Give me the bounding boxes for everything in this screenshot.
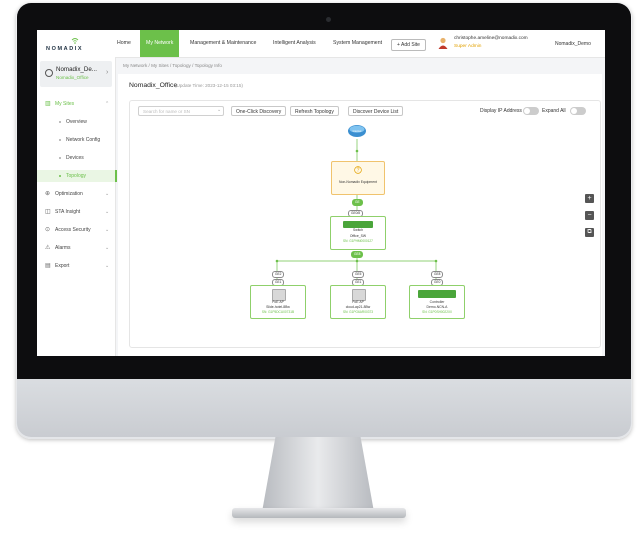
zoom-in-button[interactable]: + — [585, 194, 594, 203]
sidebar-item-network-config[interactable]: Network Config — [37, 134, 115, 146]
sidebar-item-label: Overview — [66, 119, 87, 125]
switch-uplink-badge: GE8 — [351, 251, 364, 258]
controller-name: Demo-NCN-A — [426, 305, 448, 309]
nav-management-maintenance[interactable]: Management & Maintenance — [190, 30, 256, 57]
chevron-down-icon: ⌄ — [105, 191, 110, 197]
sidebar-item-optimization[interactable]: ⊕ Optimization ⌄ — [37, 188, 115, 200]
monitor-stand — [262, 437, 374, 512]
link-badge: GE — [352, 199, 363, 206]
internet-label: Internet — [353, 129, 362, 133]
sidebar-item-label: STA Insight — [55, 209, 81, 215]
sidebar-item-label: Topology — [66, 173, 87, 179]
ap-port-badge: GE2 — [272, 271, 285, 278]
switch-type: Switch — [353, 228, 363, 232]
sidebar-item-label: Optimization — [55, 191, 83, 197]
topology-panel: Nomadix_Office (Update Time: 2023-12-15 … — [118, 74, 602, 356]
wifi-logo-icon — [71, 38, 79, 44]
top-navigation: NOMADIX Home My Network Management & Mai… — [37, 30, 605, 58]
site-selector[interactable]: Nomadix_De... Nomadix_Office › — [40, 61, 112, 87]
monitor-base — [232, 508, 406, 518]
export-icon: ▤ — [45, 263, 51, 269]
controller-type: Controller — [429, 300, 445, 304]
controller-icon — [418, 290, 456, 298]
alarm-icon: ⚠ — [45, 245, 51, 251]
ap-node[interactable]: PoE AP Slide-hotel-8Bw SN: G1P5DCU00731B — [250, 285, 306, 319]
chevron-down-icon: ⌄ — [105, 245, 110, 251]
sidebar-item-overview[interactable]: Overview — [37, 116, 115, 128]
user-avatar-icon[interactable] — [438, 37, 448, 49]
switch-name: Office_SW — [349, 234, 367, 238]
ap-sn: SN: G1P5DCU00731B — [261, 310, 295, 314]
chevron-down-icon: ⌄ — [105, 227, 110, 233]
ap-node[interactable]: PoE AP cloud-ap21-8Bw SN: G1PG6AR00373 — [330, 285, 386, 319]
nav-intelligent-analysis[interactable]: Intelligent Analysis — [273, 30, 316, 57]
switch-icon — [343, 221, 373, 228]
user-role: Super Admin — [454, 44, 482, 49]
sidebar-item-my-sites[interactable]: ▥ My Sites ⌃ — [37, 98, 115, 110]
sidebar-item-label: Access Security — [55, 227, 91, 233]
sidebar-item-label: Network Config — [66, 137, 101, 143]
insight-icon: ◫ — [45, 209, 51, 215]
sidebar-item-alarms[interactable]: ⚠ Alarms ⌄ — [37, 242, 115, 254]
sidebar-item-label: Devices — [66, 155, 84, 161]
user-email[interactable]: christophe.ameline@nomadix.com — [454, 36, 528, 41]
chevron-down-icon: ⌄ — [105, 263, 110, 269]
switch-node[interactable]: Switch Office_SW SN: G1PHM0000127 — [330, 216, 386, 250]
unknown-device-node[interactable]: ? Non-Nomadix Equipment — [331, 161, 385, 195]
sidebar-item-export[interactable]: ▤ Export ⌄ — [37, 260, 115, 272]
sidebar-item-label: Alarms — [55, 245, 71, 251]
monitor-chin — [17, 379, 631, 437]
security-icon: ⊙ — [45, 227, 51, 233]
site-name: Nomadix_De... — [56, 66, 97, 73]
chevron-up-icon: ⌃ — [105, 101, 110, 107]
unknown-device-label: Non-Nomadix Equipment — [339, 180, 377, 184]
breadcrumb[interactable]: My Network / My Sites / Topology / Topol… — [123, 63, 222, 68]
internet-node[interactable]: Internet — [346, 123, 368, 139]
ap-sn: SN: G1PG6AR00373 — [342, 310, 374, 314]
sidebar-item-sta-insight[interactable]: ◫ STA Insight ⌄ — [37, 206, 115, 218]
page-title: Nomadix_Office — [129, 82, 178, 89]
nav-system-management[interactable]: System Management — [333, 30, 382, 57]
controller-sn: SN: G1P0SH0022X0 — [422, 310, 452, 314]
controller-node[interactable]: Controller Demo-NCN-A SN: G1P0SH0022X0 — [409, 285, 465, 319]
ap-name: cloud-ap21-8Bw — [345, 305, 371, 309]
site-subtitle: Nomadix_Office — [56, 75, 89, 80]
bullet-icon — [59, 157, 61, 159]
brand-logo[interactable]: NOMADIX — [46, 37, 106, 53]
organization-selector[interactable]: Nomadix_Demo — [555, 41, 591, 47]
add-site-button[interactable]: + Add Site — [391, 39, 426, 51]
svg-text:?: ? — [357, 168, 360, 174]
app-screen: NOMADIX Home My Network Management & Mai… — [37, 30, 605, 356]
ap-name: Slide-hotel-8Bw — [266, 305, 290, 309]
sidebar-item-devices[interactable]: Devices — [37, 152, 115, 164]
switch-sn: SN: G1PHM0000127 — [343, 239, 373, 243]
nav-home[interactable]: Home — [117, 30, 131, 57]
sidebar-item-label: Export — [55, 263, 70, 269]
ap-port-badge: GE5 — [352, 271, 365, 278]
building-icon: ▥ — [45, 101, 51, 107]
fit-view-icon[interactable]: ⧉ — [585, 228, 594, 237]
ap-type: PoE AP — [272, 300, 284, 304]
nav-my-network[interactable]: My Network — [140, 30, 180, 57]
sidebar-item-label: My Sites — [55, 101, 75, 107]
cloud-icon: Internet — [348, 125, 366, 137]
update-time: (Update Time: 2023-12-15 03:15) — [175, 83, 243, 88]
bullet-icon — [59, 139, 61, 141]
bullet-icon — [59, 121, 61, 123]
sidebar: Nomadix_De... Nomadix_Office › ▥ My Site… — [37, 57, 117, 356]
site-icon — [45, 69, 53, 77]
brand-name: NOMADIX — [46, 46, 84, 52]
sidebar-item-access-security[interactable]: ⊙ Access Security ⌄ — [37, 224, 115, 236]
chevron-right-icon: › — [106, 69, 109, 76]
question-icon: ? — [354, 166, 362, 174]
camera-icon — [326, 17, 331, 22]
zoom-out-button[interactable]: − — [585, 211, 594, 220]
sidebar-item-topology[interactable]: Topology — [37, 170, 117, 182]
topology-card: Search for name or SN ⌄ One-Click Discov… — [129, 100, 601, 348]
optimization-icon: ⊕ — [45, 191, 51, 197]
ap-port-badge: GE8 — [431, 271, 444, 278]
bullet-icon — [59, 175, 61, 177]
ap-type: PoE AP — [352, 300, 364, 304]
chevron-down-icon: ⌄ — [105, 209, 110, 215]
